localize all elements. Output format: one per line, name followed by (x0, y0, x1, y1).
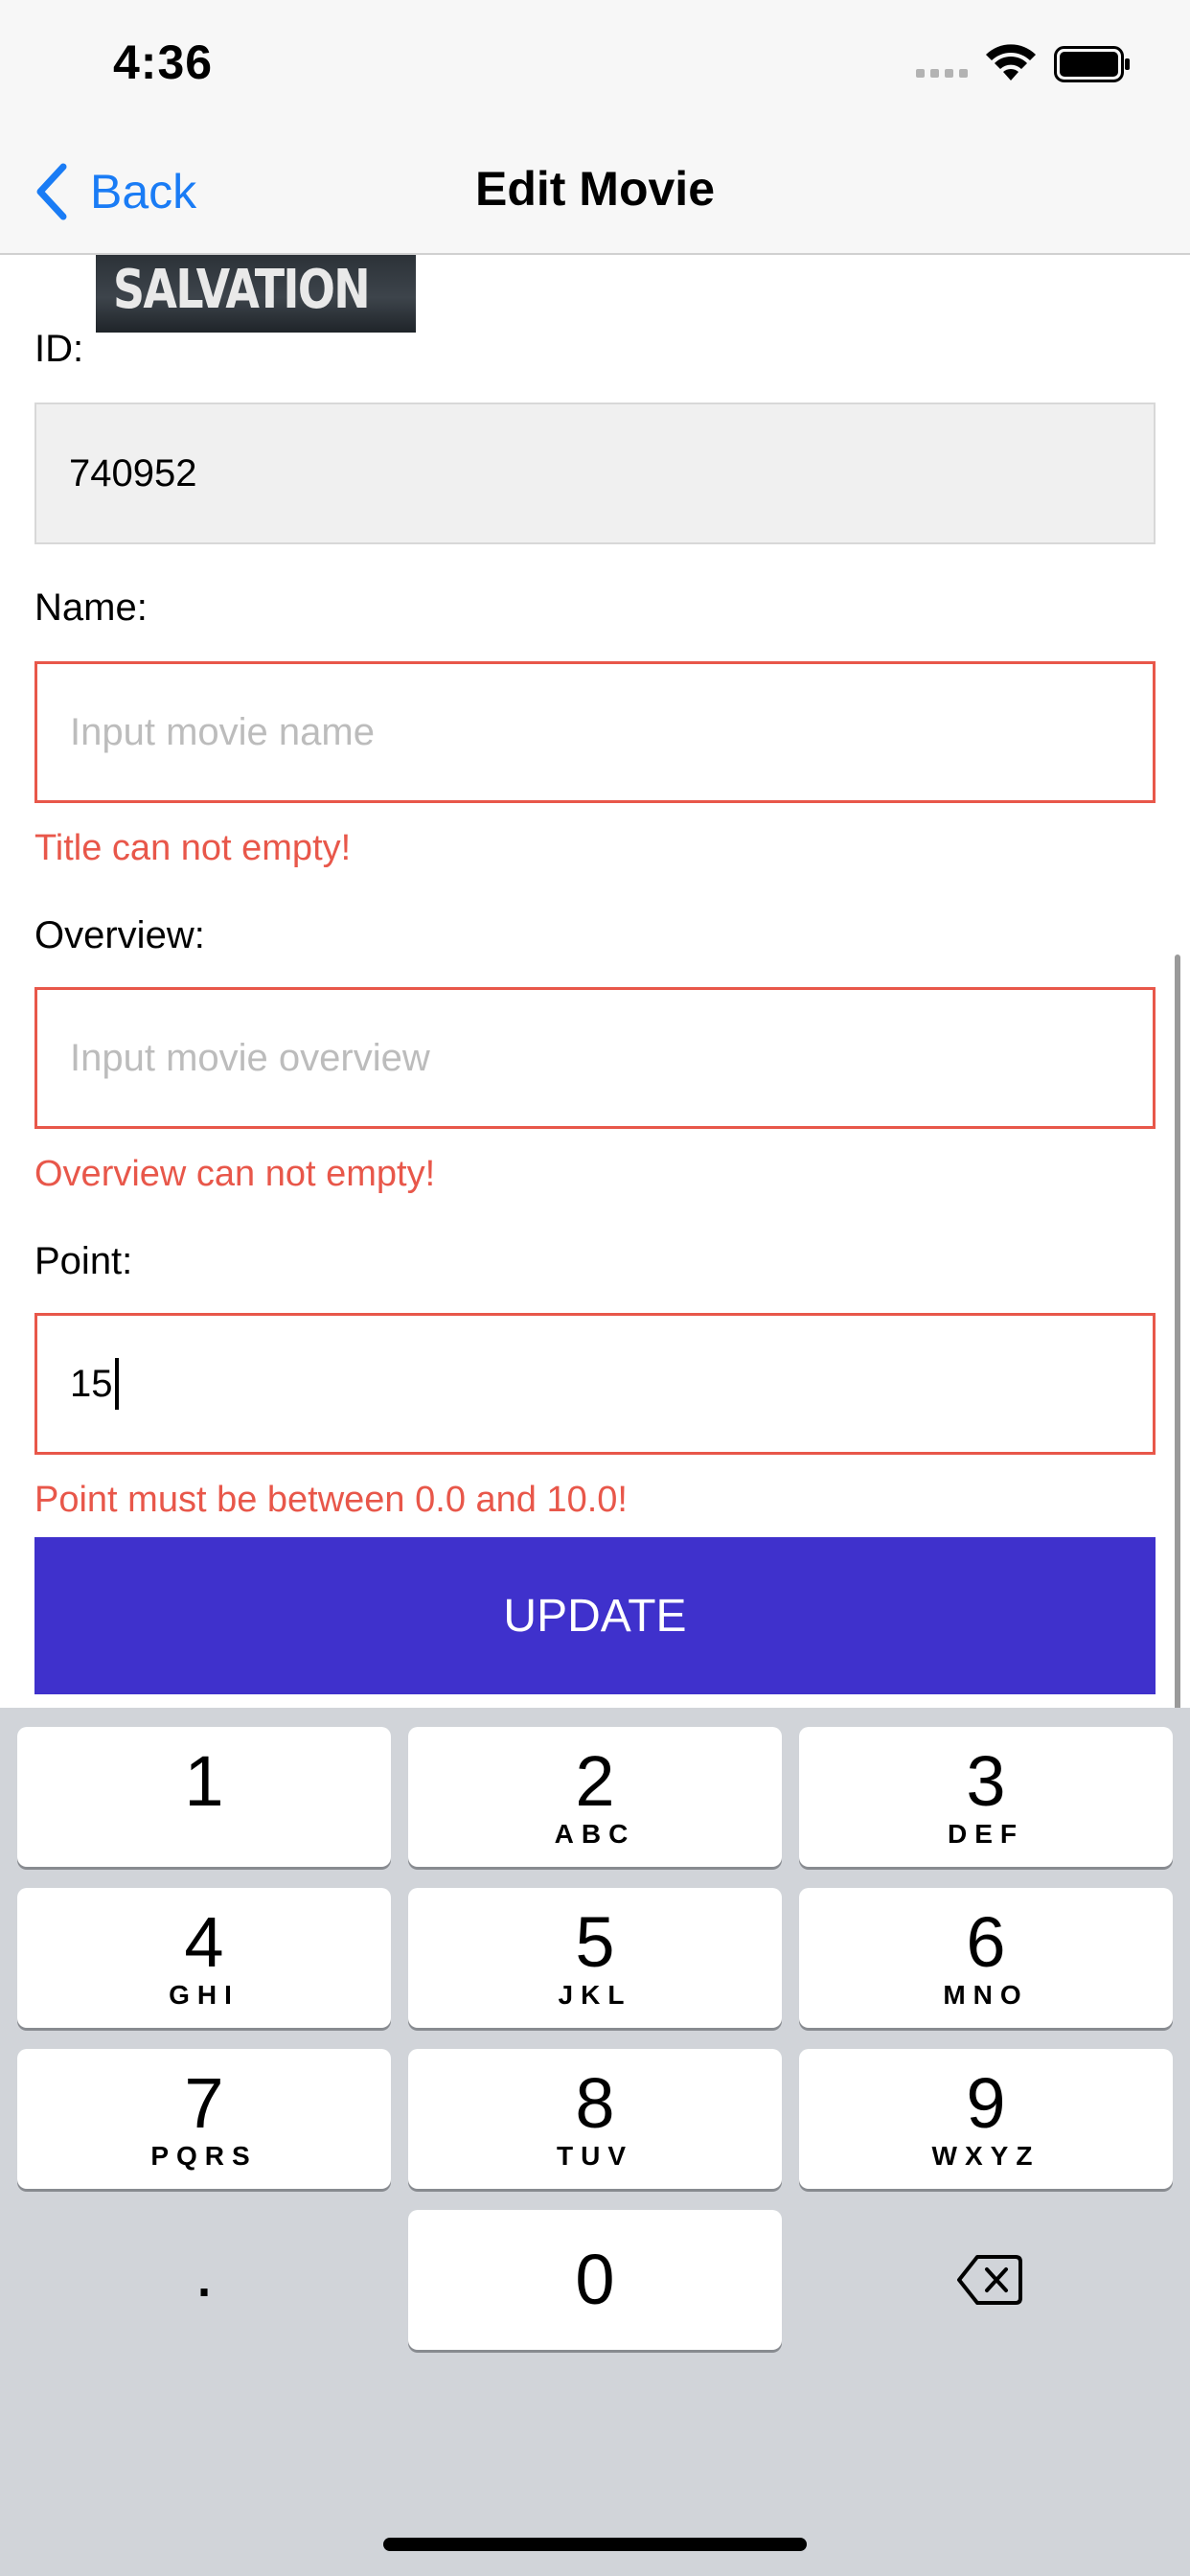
key-digit: 0 (575, 2240, 615, 2319)
id-field: 740952 (34, 402, 1156, 544)
overview-error-message: Overview can not empty! (34, 1154, 436, 1194)
overview-placeholder: Input movie overview (70, 1036, 430, 1079)
vertical-scrollbar[interactable] (1175, 954, 1180, 1708)
key-digit: . (194, 2232, 215, 2312)
page-title: Edit Movie (474, 162, 716, 216)
point-value: 15 (70, 1362, 113, 1405)
key-1[interactable]: 1 (17, 1727, 391, 1867)
key-digit: 8 (575, 2063, 615, 2143)
overview-label: Overview: (34, 914, 205, 956)
name-error-message: Title can not empty! (34, 828, 352, 868)
movie-poster-image: SALVATION (96, 255, 416, 333)
key-letters: WXYZ (931, 2141, 1041, 2171)
backspace-icon (957, 2255, 1022, 2305)
wifi-icon (986, 44, 1036, 80)
key-letters: TUV (557, 2141, 633, 2171)
key-digit: 5 (575, 1902, 615, 1982)
key-decimal[interactable]: . (17, 2210, 391, 2350)
key-5[interactable]: 5 JKL (408, 1888, 782, 2028)
key-letters: DEF (948, 1819, 1024, 1849)
name-label: Name: (34, 586, 148, 629)
edit-movie-form[interactable]: SALVATION ID: 740952 Name: Input movie n… (0, 255, 1190, 1708)
cellular-signal-icon (916, 69, 973, 79)
key-letters: ABC (554, 1819, 636, 1849)
key-2[interactable]: 2 ABC (408, 1727, 782, 1867)
battery-icon (1054, 46, 1130, 82)
key-digit: 1 (184, 1741, 224, 1821)
key-digit: 4 (184, 1902, 224, 1982)
key-letters: GHI (169, 1980, 240, 2010)
key-9[interactable]: 9 WXYZ (799, 2049, 1173, 2189)
key-4[interactable]: 4 GHI (17, 1888, 391, 2028)
name-placeholder: Input movie name (70, 710, 375, 753)
point-error-message: Point must be between 0.0 and 10.0! (34, 1480, 628, 1520)
key-digit: 6 (966, 1902, 1006, 1982)
key-letters: JKL (558, 1980, 632, 2010)
status-bar: 4:36 (0, 0, 1190, 134)
text-cursor (114, 1358, 119, 1410)
key-letters: MNO (943, 1980, 1029, 2010)
overview-input[interactable]: Input movie overview (34, 987, 1156, 1129)
point-label: Point: (34, 1240, 133, 1282)
key-letters: PQRS (150, 2141, 258, 2171)
point-input[interactable]: 15 (34, 1313, 1156, 1455)
key-3[interactable]: 3 DEF (799, 1727, 1173, 1867)
key-digit: 3 (966, 1741, 1006, 1821)
key-7[interactable]: 7 PQRS (17, 2049, 391, 2189)
name-input[interactable]: Input movie name (34, 661, 1156, 803)
key-0[interactable]: 0 (408, 2210, 782, 2350)
id-label: ID: (34, 328, 84, 370)
update-button[interactable]: UPDATE (34, 1537, 1156, 1694)
poster-title-text: SALVATION (113, 259, 371, 321)
navigation-bar: Back Edit Movie (0, 134, 1190, 255)
id-value: 740952 (69, 451, 197, 494)
numeric-keypad: 1 2 ABC 3 DEF 4 GHI 5 JKL 6 MNO 7 PQRS 8… (0, 1708, 1190, 2576)
key-digit: 9 (966, 2063, 1006, 2143)
delete-key[interactable] (799, 2210, 1173, 2350)
key-6[interactable]: 6 MNO (799, 1888, 1173, 2028)
key-digit: 7 (184, 2063, 224, 2143)
home-indicator[interactable] (383, 2538, 807, 2551)
status-time: 4:36 (113, 35, 214, 89)
key-digit: 2 (575, 1741, 615, 1821)
key-8[interactable]: 8 TUV (408, 2049, 782, 2189)
